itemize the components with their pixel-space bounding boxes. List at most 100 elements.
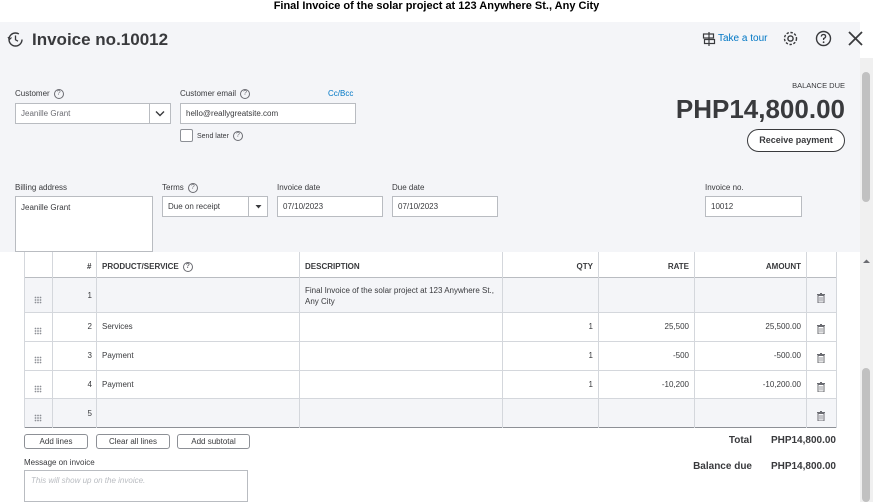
add-lines-button[interactable]: Add lines <box>24 434 88 449</box>
customer-select[interactable]: Jeanille Grant <box>15 103 150 124</box>
customer-email-input[interactable]: hello@reallygreatsite.com <box>180 103 356 124</box>
receive-payment-button[interactable]: Receive payment <box>747 129 845 152</box>
total-label: Total <box>728 435 752 446</box>
header-rate: RATE <box>667 262 689 271</box>
billing-address-textarea[interactable]: Jeanille Grant <box>15 196 153 252</box>
row-4-amount[interactable]: -10,200.00 <box>720 380 801 389</box>
add-subtotal-button[interactable]: Add subtotal <box>177 434 250 449</box>
drag-handle-icon[interactable] <box>34 409 42 422</box>
customer-dropdown-button[interactable] <box>149 103 171 124</box>
message-label: Message on invoice <box>24 458 95 467</box>
help-icon[interactable] <box>815 30 832 47</box>
row-4-qty[interactable]: 1 <box>560 380 593 389</box>
page-caption: Final Invoice of the solar project at 12… <box>273 0 600 12</box>
trash-icon[interactable] <box>817 379 825 393</box>
invoice-title: Invoice no.10012 <box>32 30 169 49</box>
drag-handle-icon[interactable] <box>34 351 42 364</box>
scrollbar-thumb[interactable] <box>862 72 870 202</box>
balance-due-footer-label: Balance due <box>693 461 752 472</box>
row-4-rate[interactable]: -10,200 <box>620 380 689 389</box>
email-help-icon[interactable]: ? <box>240 89 251 99</box>
ccbcc-link[interactable]: Cc/Bcc <box>328 89 353 98</box>
header-description: DESCRIPTION <box>305 262 360 271</box>
row-4-product[interactable]: Payment <box>102 380 134 389</box>
row-3-amount[interactable]: -500.00 <box>720 351 801 360</box>
take-tour-link[interactable]: Take a tour <box>718 33 767 44</box>
header-qty: QTY <box>576 262 593 271</box>
table-row <box>24 399 837 428</box>
clear-all-lines-button[interactable]: Clear all lines <box>96 434 170 449</box>
table-row <box>24 371 837 399</box>
col-divider <box>52 252 53 428</box>
customer-label: Customer? <box>15 89 64 99</box>
invoice-date-input[interactable]: 07/10/2023 <box>277 196 383 217</box>
col-divider <box>836 252 837 428</box>
terms-label-text: Terms <box>162 183 184 193</box>
product-help-icon[interactable]: ? <box>182 262 193 272</box>
col-divider <box>598 252 599 428</box>
balance-due-label: BALANCE DUE <box>792 81 845 90</box>
customer-label-text: Customer <box>15 89 50 99</box>
col-divider <box>96 252 97 428</box>
gear-icon[interactable] <box>782 30 799 47</box>
row-4-num: 4 <box>87 380 92 389</box>
send-later-help-icon[interactable]: ? <box>232 131 243 141</box>
trash-icon[interactable] <box>817 321 825 335</box>
row-3-rate[interactable]: -500 <box>620 351 689 360</box>
header-product: PRODUCT/SERVICE? <box>102 262 193 272</box>
row-3-num: 3 <box>87 351 92 360</box>
chevron-down-icon <box>155 111 165 117</box>
col-divider <box>24 252 25 428</box>
drag-handle-icon[interactable] <box>34 380 42 393</box>
row-2-amount[interactable]: 25,500.00 <box>720 322 801 331</box>
invoice-no-label: Invoice no. <box>705 183 744 192</box>
row-2-qty[interactable]: 1 <box>560 322 593 331</box>
send-later-text: Send later <box>197 132 229 140</box>
header-num: # <box>87 262 92 271</box>
send-later-label: Send later? <box>197 131 243 141</box>
scroll-up-arrow-icon[interactable] <box>861 252 872 263</box>
close-icon[interactable] <box>848 31 863 46</box>
balance-due-amount: PHP14,800.00 <box>675 94 845 124</box>
row-5-num: 5 <box>87 409 92 418</box>
row-2-num: 2 <box>87 322 92 331</box>
terms-label: Terms? <box>162 183 198 193</box>
customer-email-label: Customer email? <box>180 89 251 99</box>
row-3-product[interactable]: Payment <box>102 351 134 360</box>
total-amount: PHP14,800.00 <box>770 435 836 446</box>
balance-due-footer-amount: PHP14,800.00 <box>770 461 836 472</box>
recent-history-icon[interactable] <box>7 31 24 48</box>
col-divider <box>299 252 300 428</box>
drag-handle-icon[interactable] <box>34 322 42 335</box>
table-row <box>24 313 837 342</box>
signpost-icon[interactable] <box>702 32 716 46</box>
trash-icon[interactable] <box>817 350 825 364</box>
row-2-rate[interactable]: 25,500 <box>620 322 689 331</box>
customer-help-icon[interactable]: ? <box>53 89 64 99</box>
drag-handle-icon[interactable] <box>34 291 42 304</box>
billing-address-label: Billing address <box>15 183 68 192</box>
due-date-input[interactable]: 07/10/2023 <box>392 196 498 217</box>
customer-email-label-text: Customer email <box>180 89 237 99</box>
terms-dropdown-button[interactable] <box>248 197 267 216</box>
trash-icon[interactable] <box>817 408 825 422</box>
col-divider <box>502 252 503 428</box>
header-amount: AMOUNT <box>765 262 801 271</box>
row-3-qty[interactable]: 1 <box>560 351 593 360</box>
send-later-checkbox[interactable] <box>180 129 193 142</box>
invoice-no-input[interactable]: 10012 <box>705 196 802 217</box>
terms-help-icon[interactable]: ? <box>187 183 198 193</box>
col-divider <box>694 252 695 428</box>
row-1-num: 1 <box>87 291 92 300</box>
due-date-label: Due date <box>392 183 425 192</box>
invoice-date-label: Invoice date <box>277 183 321 192</box>
scrollbar-thumb[interactable] <box>862 368 870 502</box>
row-1-description[interactable]: Final Invoice of the solar project at 12… <box>305 285 497 307</box>
caret-down-icon <box>255 205 262 209</box>
header-product-text: PRODUCT/SERVICE <box>102 262 179 272</box>
row-2-product[interactable]: Services <box>102 322 133 331</box>
table-row <box>24 342 837 371</box>
col-divider <box>806 252 807 428</box>
message-textarea[interactable]: This will show up on the invoice. <box>24 470 248 502</box>
trash-icon[interactable] <box>817 290 825 304</box>
